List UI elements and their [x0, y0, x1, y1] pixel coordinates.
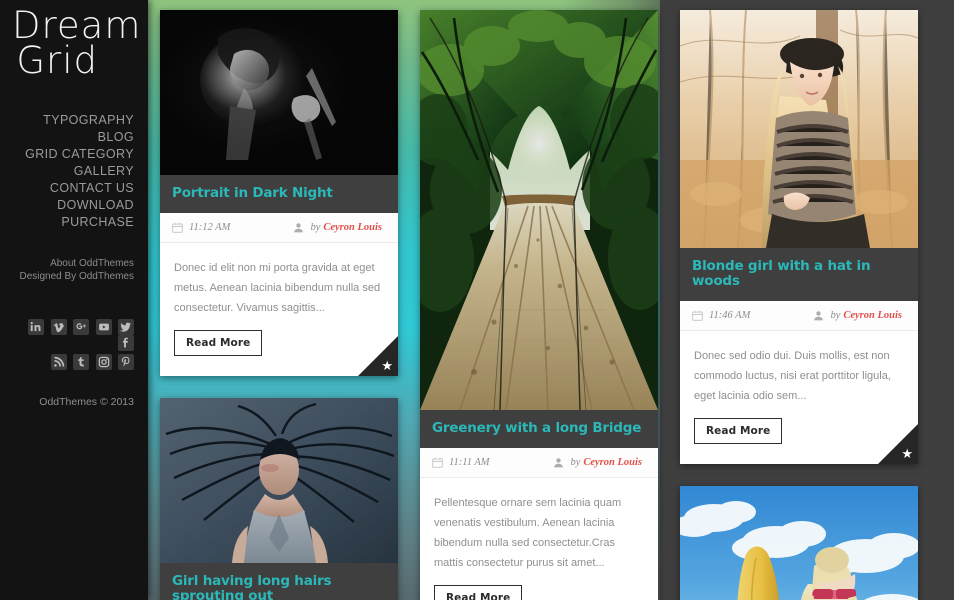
- calendar-icon: [692, 310, 703, 321]
- post-title[interactable]: Blonde girl with a hat in woods: [692, 259, 906, 289]
- post-card-girl-long-hairs[interactable]: Girl having long hairs sprouting out: [160, 398, 398, 600]
- post-title[interactable]: Greenery with a long Bridge: [432, 421, 646, 436]
- post-title-bar-long-hairs: Girl having long hairs sprouting out: [160, 563, 398, 600]
- post-time-group: 11:11 AM: [432, 457, 490, 468]
- post-footer-portrait: Read More ★: [160, 326, 398, 376]
- pinterest-icon[interactable]: [118, 354, 134, 371]
- site-logo[interactable]: Dream Grid: [12, 4, 142, 83]
- nav-item-gallery[interactable]: GALLERY: [12, 163, 136, 180]
- post-author[interactable]: Ceyron Louis: [323, 222, 382, 233]
- post-footer-bridge: Read More: [420, 581, 658, 600]
- link-designed-by[interactable]: Designed By OddThemes: [12, 270, 134, 283]
- social-links: [12, 319, 136, 371]
- post-title-bar-bridge: Greenery with a long Bridge: [420, 410, 658, 448]
- read-more-button[interactable]: Read More: [434, 585, 523, 600]
- post-by-label: by: [570, 457, 581, 468]
- post-time: 11:12 AM: [189, 222, 231, 233]
- nav-item-purchase[interactable]: PURCHASE: [12, 214, 136, 231]
- grid-column-2: Greenery with a long Bridge 11:11 AM by …: [420, 10, 658, 600]
- post-time-group: 11:12 AM: [172, 222, 230, 233]
- calendar-icon: [432, 457, 443, 468]
- facebook-icon[interactable]: [118, 335, 134, 352]
- post-footer-blonde: Read More ★: [680, 414, 918, 464]
- user-icon: [814, 311, 824, 321]
- nav-item-blog[interactable]: BLOG: [12, 129, 136, 146]
- post-meta-bridge: 11:11 AM by Ceyron Louis: [420, 448, 658, 478]
- post-card-portrait-dark-night[interactable]: Portrait in Dark Night 11:12 AM by Ceyro…: [160, 10, 398, 376]
- post-author-group: by Ceyron Louis: [553, 457, 646, 468]
- post-title-bar-portrait: Portrait in Dark Night: [160, 175, 398, 213]
- post-author[interactable]: Ceyron Louis: [583, 457, 642, 468]
- user-icon: [554, 458, 564, 468]
- twitter-icon[interactable]: [118, 319, 134, 336]
- post-thumbnail-long-hairs[interactable]: [160, 398, 398, 563]
- post-time: 11:46 AM: [709, 310, 751, 321]
- post-author-group: by Ceyron Louis: [813, 310, 906, 321]
- user-icon: [294, 223, 304, 233]
- post-title[interactable]: Portrait in Dark Night: [172, 186, 386, 201]
- post-meta-blonde: 11:46 AM by Ceyron Louis: [680, 301, 918, 331]
- grid-column-3: Blonde girl with a hat in woods 11:46 AM: [680, 10, 918, 600]
- post-thumbnail-surfer[interactable]: [680, 486, 918, 600]
- post-by-label: by: [830, 310, 841, 321]
- logo-line-2: Grid: [16, 39, 98, 83]
- googleplus-icon[interactable]: [73, 319, 90, 336]
- post-excerpt: Donec id elit non mi porta gravida at eg…: [174, 262, 381, 314]
- main-navigation: TYPOGRAPHY BLOG GRID CATEGORY GALLERY CO…: [12, 112, 136, 231]
- youtube-icon[interactable]: [95, 319, 112, 336]
- nav-item-download[interactable]: DOWNLOAD: [12, 197, 136, 214]
- post-author-group: by Ceyron Louis: [293, 222, 386, 233]
- sidebar-sub-links: About OddThemes Designed By OddThemes: [12, 257, 136, 283]
- post-card-greenery-long-bridge[interactable]: Greenery with a long Bridge 11:11 AM by …: [420, 10, 658, 600]
- page-root: Dream Grid TYPOGRAPHY BLOG GRID CATEGORY…: [0, 0, 954, 600]
- read-more-button[interactable]: Read More: [174, 330, 263, 356]
- grid-column-1: Portrait in Dark Night 11:12 AM by Ceyro…: [160, 10, 398, 600]
- rss-icon[interactable]: [50, 354, 67, 371]
- copyright-text: OddThemes © 2013: [39, 396, 134, 409]
- post-time-group: 11:46 AM: [692, 310, 750, 321]
- tumblr-icon[interactable]: [73, 354, 90, 371]
- social-row-2: [12, 354, 134, 371]
- calendar-icon: [172, 222, 183, 233]
- sidebar: Dream Grid TYPOGRAPHY BLOG GRID CATEGORY…: [0, 0, 148, 600]
- linkedin-icon[interactable]: [28, 319, 45, 336]
- post-excerpt: Pellentesque ornare sem lacinia quam ven…: [434, 497, 622, 569]
- post-card-surfer-girl[interactable]: [680, 486, 918, 600]
- post-thumbnail-bridge[interactable]: [420, 10, 658, 410]
- link-about-oddthemes[interactable]: About OddThemes: [12, 257, 134, 270]
- post-thumbnail-blonde[interactable]: [680, 10, 918, 248]
- post-excerpt: Donec sed odio dui. Duis mollis, est non…: [694, 350, 891, 402]
- nav-item-grid-category[interactable]: GRID CATEGORY: [12, 146, 136, 163]
- post-thumbnail-portrait[interactable]: [160, 10, 398, 175]
- read-more-button[interactable]: Read More: [694, 418, 783, 444]
- instagram-icon[interactable]: [95, 354, 112, 371]
- post-by-label: by: [310, 222, 321, 233]
- nav-item-typography[interactable]: TYPOGRAPHY: [12, 112, 136, 129]
- post-title-bar-blonde: Blonde girl with a hat in woods: [680, 248, 918, 301]
- vimeo-icon[interactable]: [50, 319, 67, 336]
- star-icon: ★: [381, 359, 393, 374]
- post-card-blonde-girl-hat-woods[interactable]: Blonde girl with a hat in woods 11:46 AM: [680, 10, 918, 464]
- post-author[interactable]: Ceyron Louis: [843, 310, 902, 321]
- star-icon: ★: [901, 447, 913, 462]
- post-title[interactable]: Girl having long hairs sprouting out: [172, 574, 386, 600]
- post-time: 11:11 AM: [449, 457, 490, 468]
- post-meta-portrait: 11:12 AM by Ceyron Louis: [160, 213, 398, 243]
- logo-line-1: Dream: [12, 4, 142, 47]
- nav-item-contact-us[interactable]: CONTACT US: [12, 180, 136, 197]
